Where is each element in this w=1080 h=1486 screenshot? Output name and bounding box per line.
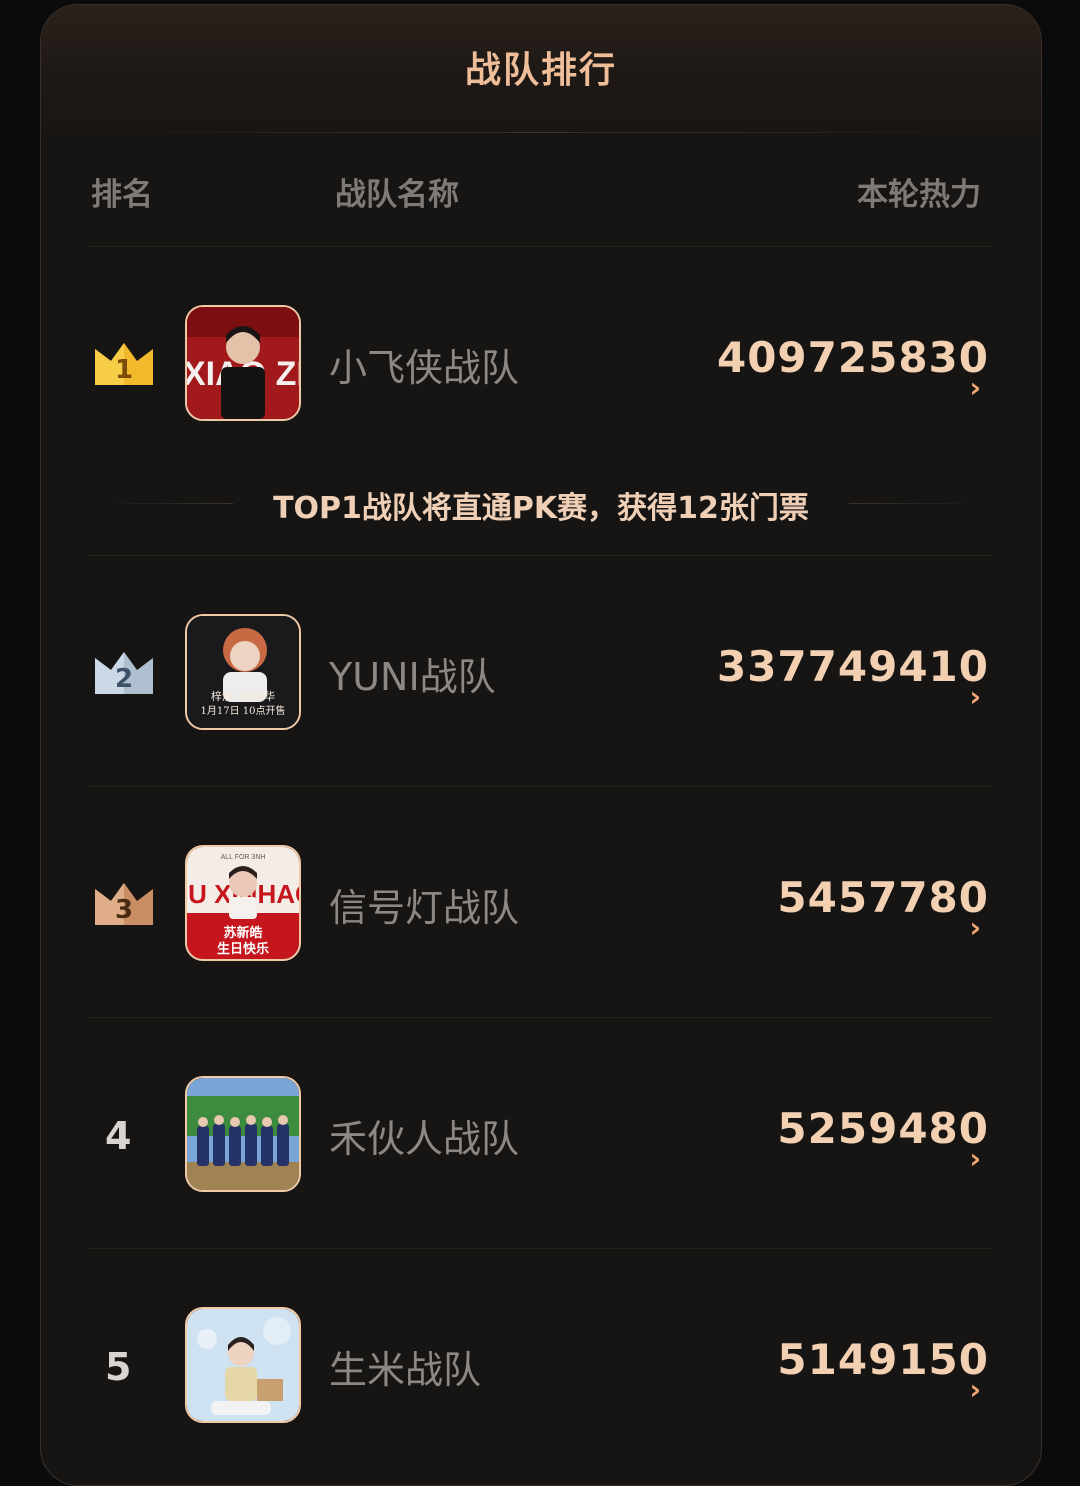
team-name[interactable]: 禾伙人战队 [329,1108,519,1163]
divider [89,1248,993,1249]
chevron-right-icon[interactable]: › [969,371,981,404]
team-name[interactable]: 信号灯战队 [329,877,519,932]
chevron-right-icon[interactable]: › [969,680,981,713]
column-header-heat: 本轮热力 [857,177,981,213]
silver-crown-icon: 2 [93,650,155,696]
avatar-text: 生日快乐 [217,941,269,957]
rank-number: 3 [114,895,134,925]
gold-crown-icon: 1 [93,341,155,387]
ranking-card: 战队排行 排名 战队名称 本轮热力 1 XIAO ZHAN 小飞侠战队 4097… [40,4,1042,1486]
team-row-2[interactable]: 2 梓渝×施洛华 1月17日 10点开售 YUNI战队 337749410 › [41,614,1041,734]
team-avatar[interactable]: XIAO ZHAN [185,305,301,421]
avatar-text: 1月17日 10点开售 [201,704,286,717]
team-row-3[interactable]: 3 ALL FOR 3NH SU XINHAO 苏新皓 生日快乐 信号灯战队 5… [41,845,1041,965]
heat-value: 5149150 [777,1335,989,1384]
card-header: 战队排行 [41,5,1041,133]
heat-value: 409725830 [716,333,989,382]
rank-number: 5 [105,1345,132,1389]
chevron-right-icon[interactable]: › [969,911,981,944]
team-row-5[interactable]: 5 生米战队 5149150 › [41,1307,1041,1427]
divider [89,786,993,787]
rank-number: 2 [114,664,134,694]
team-avatar[interactable] [185,1307,301,1423]
notice-line-right [849,503,979,504]
bronze-crown-icon: 3 [93,881,155,927]
team-avatar[interactable]: 梓渝×施洛华 1月17日 10点开售 [185,614,301,730]
chevron-right-icon[interactable]: › [969,1373,981,1406]
avatar-text: 苏新皓 [223,925,262,941]
heat-value: 337749410 [716,642,989,691]
divider [89,1017,993,1018]
team-row-1[interactable]: 1 XIAO ZHAN 小飞侠战队 409725830 › [41,305,1041,425]
notice-text: TOP1战队将直通PK赛，获得12张门票 [273,491,809,526]
rank-number: 4 [105,1114,132,1158]
divider [89,246,993,247]
column-header-name: 战队名称 [335,177,459,213]
heat-value: 5259480 [777,1104,989,1153]
chevron-right-icon[interactable]: › [969,1142,981,1175]
divider [89,555,993,556]
team-name[interactable]: YUNI战队 [329,646,496,701]
team-avatar[interactable]: ALL FOR 3NH SU XINHAO 苏新皓 生日快乐 [185,845,301,961]
team-name[interactable]: 生米战队 [329,1339,481,1394]
rank-number: 1 [114,355,134,385]
team-avatar[interactable] [185,1076,301,1192]
team-row-4[interactable]: 4 禾伙人战队 5259480 › [41,1076,1041,1196]
column-header-rank: 排名 [91,177,153,213]
top1-notice: TOP1战队将直通PK赛，获得12张门票 [41,479,1041,527]
avatar-text: ALL FOR 3NH [221,854,266,861]
team-name[interactable]: 小飞侠战队 [329,337,519,392]
heat-value: 5457780 [777,873,989,922]
page-title: 战队排行 [464,50,617,91]
avatar-text: 梓渝×施洛华 [211,689,275,703]
